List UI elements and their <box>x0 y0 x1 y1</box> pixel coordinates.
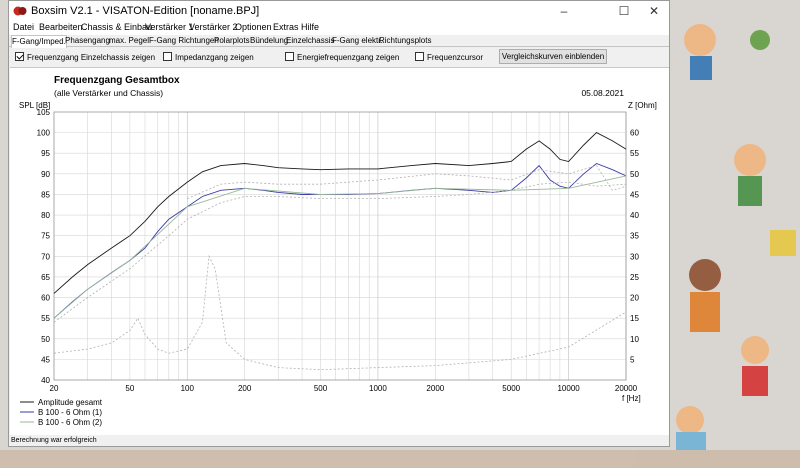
tab-richtungsplots[interactable]: Richtungsplots <box>379 35 431 47</box>
x-tick-label: 5000 <box>502 384 520 393</box>
option-einzelchassis[interactable]: Frequenzgang Einzelchassis zeigen <box>15 52 155 63</box>
option-impedanzgang-label: Impedanzgang zeigen <box>175 53 254 62</box>
tab-f-gang-elektr[interactable]: F-Gang elektr. <box>332 35 383 47</box>
app-logo-icon <box>13 6 27 16</box>
checkbox-einzelchassis[interactable] <box>15 52 24 61</box>
menu-hilfe[interactable]: Hilfe <box>301 22 319 32</box>
y-tick-label: 65 <box>41 273 50 282</box>
title-bar: Boxsim V2.1 - VISATON-Edition [noname.BP… <box>9 1 669 21</box>
menu-optionen[interactable]: Optionen <box>235 22 272 32</box>
tab-f-gang-imped[interactable]: F-Gang/Imped. <box>11 35 67 48</box>
chart-subtitle: (alle Verstärker und Chassis) <box>54 88 163 98</box>
x-tick-label: 1000 <box>369 384 387 393</box>
y2-tick-label: 60 <box>630 129 639 138</box>
y2-tick-label: 45 <box>630 190 639 199</box>
tab-polarplots[interactable]: Polarplots <box>214 35 250 47</box>
x-tick-label: 200 <box>238 384 252 393</box>
y-tick-label: 105 <box>37 108 51 117</box>
tab-phasengang[interactable]: Phasengang <box>65 35 110 47</box>
chart-legend: Amplitude gesamtB 100 - 6 Ohm (1)B 100 -… <box>20 398 103 427</box>
menu-verstaerker-1[interactable]: Verstärker 1 <box>145 22 194 32</box>
option-frequenzcursor[interactable]: Frequenzcursor <box>415 52 483 63</box>
menu-chassis-einbau[interactable]: Chassis & Einbau <box>81 22 152 32</box>
tab-f-gang-richtungen[interactable]: F-Gang Richtungen <box>149 35 219 47</box>
menu-bar: Datei Bearbeiten Chassis & Einbau Verstä… <box>9 21 669 35</box>
legend-label-2: B 100 - 6 Ohm (2) <box>38 418 102 427</box>
y-tick-label: 75 <box>41 232 50 241</box>
window-title: Boxsim V2.1 - VISATON-Edition [noname.BP… <box>31 5 260 17</box>
option-energiefrequenzgang-label: Energiefrequenzgang zeigen <box>297 53 400 62</box>
series-line-3 <box>53 254 627 371</box>
tab-buendelung[interactable]: Bündelung <box>250 35 288 47</box>
option-frequenzcursor-label: Frequenzcursor <box>427 53 484 62</box>
option-einzelchassis-label: Frequenzgang Einzelchassis zeigen <box>27 53 156 62</box>
y2-tick-label: 10 <box>630 335 639 344</box>
app-window: Boxsim V2.1 - VISATON-Edition [noname.BP… <box>8 0 670 447</box>
menu-bearbeiten[interactable]: Bearbeiten <box>39 22 83 32</box>
checkbox-impedanzgang[interactable] <box>163 52 172 61</box>
y-tick-label: 85 <box>41 190 50 199</box>
y-tick-label: 70 <box>41 252 50 261</box>
y-tick-label: 55 <box>41 314 50 323</box>
y2-tick-label: 40 <box>630 211 639 220</box>
chart-ticks: 40 45 50 55 60 65 70 75 80 85 90 95 100 105 5 10 15 20 25 3… <box>37 108 640 393</box>
tab-bar: F-Gang/Imped. Phasengang max. Pegel F-Ga… <box>9 35 669 48</box>
checkbox-energiefrequenzgang[interactable] <box>285 52 294 61</box>
series-line-5 <box>187 165 627 199</box>
x-tick-label: 50 <box>125 384 134 393</box>
series-line-2 <box>53 175 627 319</box>
y2-tick-label: 30 <box>630 252 639 261</box>
menu-extras[interactable]: Extras <box>273 22 299 32</box>
x-tick-label: 20 <box>50 384 59 393</box>
y2-tick-label: 50 <box>630 170 639 179</box>
x-tick-label: 20000 <box>615 384 638 393</box>
plot-frame <box>53 111 627 381</box>
y-tick-label: 95 <box>41 149 50 158</box>
chart-date: 05.08.2021 <box>581 88 624 98</box>
y2-tick-label: 5 <box>630 355 635 364</box>
series-line-1 <box>53 162 627 319</box>
minimize-button[interactable]: – <box>549 1 579 21</box>
y-tick-label: 45 <box>41 355 50 364</box>
checkbox-frequenzcursor[interactable] <box>415 52 424 61</box>
y2-axis-label: Z [Ohm] <box>628 101 657 110</box>
legend-label-1: B 100 - 6 Ohm (1) <box>38 408 102 417</box>
y2-tick-label: 55 <box>630 149 639 158</box>
series-line-0 <box>53 132 627 294</box>
y-tick-label: 50 <box>41 335 50 344</box>
maximize-button[interactable]: ☐ <box>609 1 639 21</box>
y2-tick-label: 20 <box>630 294 639 303</box>
chart-series <box>53 132 627 371</box>
x-tick-label: 100 <box>181 384 195 393</box>
legend-label-0: Amplitude gesamt <box>38 398 103 407</box>
option-energiefrequenzgang[interactable]: Energiefrequenzgang zeigen <box>285 52 399 63</box>
chart-title: Frequenzgang Gesamtbox <box>54 75 180 86</box>
frequency-response-chart: Frequenzgang Gesamtbox (alle Verstärker … <box>19 75 657 427</box>
menu-verstaerker-2[interactable]: Verstärker 2 <box>189 22 238 32</box>
chart-panel: Frequenzgang Gesamtbox (alle Verstärker … <box>10 67 669 435</box>
compare-curves-button[interactable]: Vergleichskurven einblenden <box>499 49 607 64</box>
x-axis-label: f [Hz] <box>622 394 641 403</box>
tab-max-pegel[interactable]: max. Pegel <box>109 35 149 47</box>
y2-tick-label: 25 <box>630 273 639 282</box>
y-tick-label: 80 <box>41 211 50 220</box>
y-tick-label: 60 <box>41 294 50 303</box>
option-impedanzgang[interactable]: Impedanzgang zeigen <box>163 52 254 63</box>
y-tick-label: 100 <box>37 129 51 138</box>
y2-tick-label: 15 <box>630 314 639 323</box>
status-bar: Berechnung war erfolgreich <box>11 437 97 444</box>
menu-datei[interactable]: Datei <box>13 22 34 32</box>
x-tick-label: 500 <box>314 384 328 393</box>
x-tick-label: 10000 <box>557 384 580 393</box>
close-button[interactable]: ✕ <box>639 1 669 21</box>
x-tick-label: 2000 <box>426 384 444 393</box>
y2-tick-label: 35 <box>630 232 639 241</box>
chart-grid <box>53 111 627 381</box>
tab-einzelchassis[interactable]: Einzelchassis <box>286 35 334 47</box>
y-tick-label: 90 <box>41 170 50 179</box>
options-bar: Frequenzgang Einzelchassis zeigen Impeda… <box>9 48 669 66</box>
